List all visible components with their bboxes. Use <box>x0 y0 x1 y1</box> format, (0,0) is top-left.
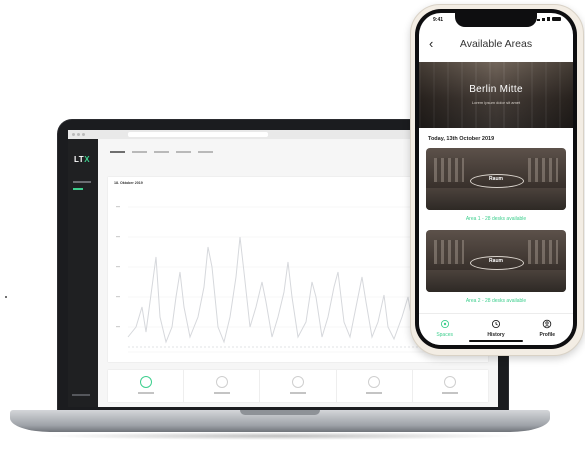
tab-2[interactable] <box>132 151 147 153</box>
stat-item[interactable] <box>337 370 413 402</box>
sidebar-item-dashboard[interactable] <box>73 181 91 183</box>
window-controls[interactable] <box>72 133 86 136</box>
page-title: Available Areas <box>459 38 533 50</box>
product-mockup: LTX 18. Oktober 2019 9:41 ‹ Available Ar… <box>0 0 585 453</box>
laptop-hinge-notch <box>240 410 320 415</box>
stat-label <box>137 392 154 394</box>
location-banner[interactable]: Berlin Mitte Lorem ipsum dolor sit amet <box>419 62 573 128</box>
stat-icon <box>215 376 228 388</box>
signal-icon <box>542 18 545 21</box>
area-availability[interactable]: Area 1 - 28 desks available <box>419 216 573 222</box>
signal-icon <box>537 19 540 21</box>
phone-header: ‹ Available Areas <box>419 33 573 57</box>
stat-item[interactable] <box>260 370 337 402</box>
stat-icon <box>444 376 457 388</box>
area-label: Raum <box>489 258 503 264</box>
sidebar-item-active[interactable] <box>73 188 83 190</box>
chart-tick-stubs <box>116 206 120 328</box>
phone-screen: 9:41 ‹ Available Areas Berlin Mitte Lore… <box>419 13 573 345</box>
stats-row <box>108 370 488 402</box>
stat-item[interactable] <box>108 370 185 402</box>
stat-label <box>442 392 459 394</box>
home-indicator <box>469 340 523 342</box>
app-logo: LTX <box>74 155 91 164</box>
signal-icon <box>547 17 550 21</box>
banner-photo <box>419 62 573 128</box>
nav-label: History <box>487 332 505 338</box>
stat-icon <box>368 376 381 388</box>
nav-label: Spaces <box>436 332 453 338</box>
tab-4[interactable] <box>176 151 191 153</box>
date-heading: Today, 13th October 2019 <box>428 136 495 142</box>
status-time: 9:41 <box>433 17 444 23</box>
laptop-shadow <box>40 432 520 440</box>
tab-5[interactable] <box>198 151 213 153</box>
area-card[interactable]: Raum <box>426 230 566 292</box>
stat-label <box>290 392 306 394</box>
tab-3[interactable] <box>154 151 169 153</box>
spaces-icon <box>440 319 449 329</box>
phone-notch <box>455 13 537 27</box>
stat-item[interactable] <box>184 370 261 402</box>
area-card[interactable]: Raum <box>426 148 566 210</box>
stat-icon <box>292 376 304 388</box>
stat-label <box>213 392 230 394</box>
tab-1[interactable] <box>110 151 125 153</box>
history-icon <box>491 319 501 329</box>
status-icons <box>537 17 561 21</box>
bullet-dot <box>5 296 7 298</box>
area-photo <box>426 270 566 292</box>
stat-label <box>366 392 383 394</box>
app-sidebar: LTX <box>68 139 98 407</box>
sidebar-footer[interactable] <box>72 394 90 396</box>
stat-icon <box>139 376 152 388</box>
profile-icon <box>543 319 552 329</box>
area-label: Raum <box>489 176 503 182</box>
address-bar[interactable] <box>128 132 268 137</box>
banner-title: Berlin Mitte <box>469 84 523 95</box>
nav-profile[interactable]: Profile <box>522 314 573 345</box>
nav-spaces[interactable]: Spaces <box>419 314 470 345</box>
area-photo <box>426 188 566 210</box>
app-tabs <box>110 151 213 153</box>
nav-label: Profile <box>539 332 556 338</box>
battery-icon <box>552 17 561 21</box>
stat-item[interactable] <box>413 370 488 402</box>
banner-subtitle: Lorem ipsum dolor sit amet <box>471 100 521 105</box>
area-availability[interactable]: Area 2 - 28 desks available <box>419 298 573 304</box>
